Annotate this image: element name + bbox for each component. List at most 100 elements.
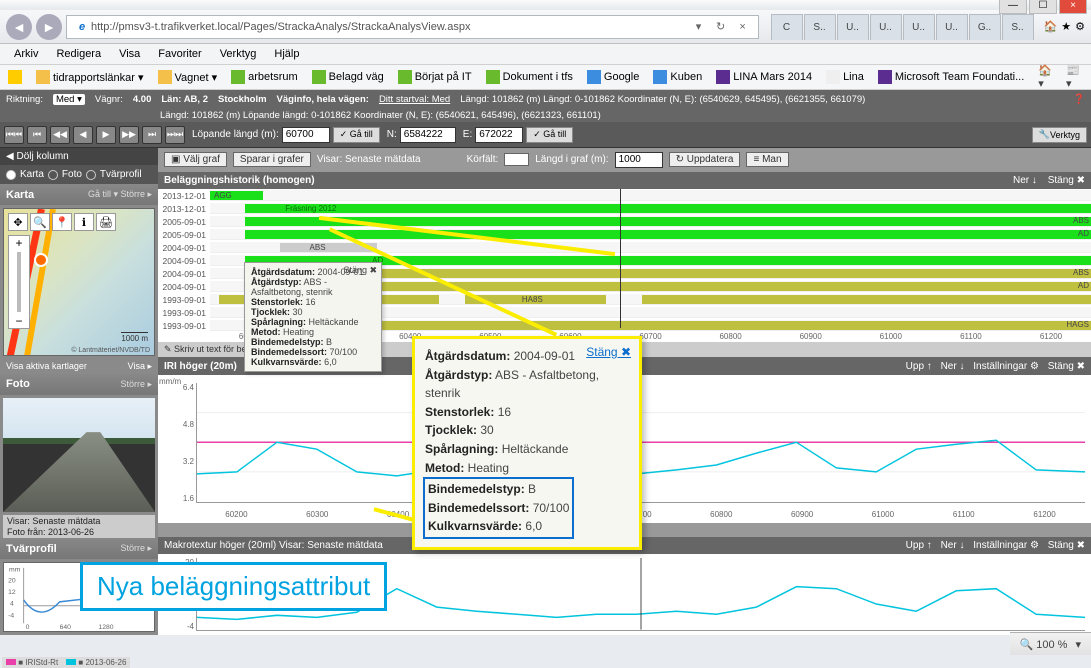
- spara-grafer[interactable]: Sparar i grafer: [233, 152, 311, 167]
- favorites-bar: tidrapportslänkar ▾ Vagnet ▾ arbetsrum B…: [0, 65, 1091, 90]
- svg-text:1280: 1280: [98, 624, 113, 631]
- radio-foto[interactable]: [48, 170, 58, 180]
- browser-tab[interactable]: S..: [804, 14, 836, 40]
- favbar-right: 🏠 ▾ 📰 ▾ ✉ ▾ 🖨 ▾ Sida ▾ Säkerhet ▾ Verkty…: [1034, 64, 1091, 90]
- valj-graf-button[interactable]: ▣ Välj graf: [164, 152, 227, 167]
- makro-settings[interactable]: Inställningar ⚙: [973, 540, 1039, 551]
- cmd-step-back-icon[interactable]: ◀: [73, 126, 93, 144]
- svg-text:-4: -4: [8, 612, 14, 619]
- cmd-first-icon[interactable]: ⏮⏮: [4, 126, 24, 144]
- langd-input[interactable]: [615, 152, 663, 168]
- iri-settings[interactable]: Inställningar ⚙: [973, 361, 1039, 372]
- visa-toggle[interactable]: Visa ▸: [128, 361, 152, 372]
- tools-icon[interactable]: ⚙: [1075, 20, 1085, 33]
- n-input[interactable]: [400, 127, 456, 143]
- fav-item[interactable]: Börjat på IT: [394, 69, 476, 85]
- map-zoom-control[interactable]: +−: [8, 235, 30, 329]
- url-dropdown-icon[interactable]: ▾: [690, 18, 708, 36]
- browser-tab[interactable]: U..: [936, 14, 968, 40]
- cmd-back-icon[interactable]: ◀◀: [50, 126, 70, 144]
- makro-close[interactable]: Stäng ✖: [1048, 540, 1085, 551]
- map-print-icon[interactable]: 🖨: [96, 213, 116, 231]
- map-marker-icon: [34, 253, 48, 267]
- forward-button[interactable]: ►: [36, 14, 62, 40]
- graph-toolbar: ▣ Välj graf Sparar i grafer Visar: Senas…: [158, 148, 1091, 172]
- cmd-fast-fwd-icon[interactable]: ⏭: [142, 126, 162, 144]
- browser-tab[interactable]: U..: [870, 14, 902, 40]
- fav-item[interactable]: Microsoft Team Foundati...: [874, 69, 1028, 85]
- refresh-icon[interactable]: ↻: [712, 18, 730, 36]
- fav-star-icon[interactable]: [4, 69, 26, 85]
- iri-ner[interactable]: Ner ↓: [941, 361, 965, 372]
- stop-icon[interactable]: ×: [734, 18, 752, 36]
- uppdatera-button[interactable]: ↻ Uppdatera: [669, 152, 741, 167]
- gotill-ne-button[interactable]: ✓ Gå till: [526, 127, 573, 143]
- fav-item[interactable]: Lina: [822, 69, 868, 85]
- browser-tab[interactable]: U..: [903, 14, 935, 40]
- menu-verktyg[interactable]: Verktyg: [212, 46, 265, 62]
- cmd-rewind-icon[interactable]: ⏮: [27, 126, 47, 144]
- cmd-last-icon[interactable]: ⏭⏭: [165, 126, 185, 144]
- window-title-bar: — ☐ ×: [0, 0, 1091, 10]
- fav-item[interactable]: Dokument i tfs: [482, 69, 577, 85]
- fav-item[interactable]: Vagnet ▾: [154, 69, 222, 85]
- map-locate-icon[interactable]: 📍: [52, 213, 72, 231]
- makro-upp[interactable]: Upp ↑: [906, 540, 932, 551]
- foto-panel[interactable]: [3, 398, 155, 512]
- url-field[interactable]: e http://pmsv3-t.trafikverket.local/Page…: [66, 15, 759, 39]
- view-mode-bar: Karta Foto Tvärprofil: [0, 165, 158, 184]
- browser-tab[interactable]: C: [771, 14, 803, 40]
- map-panel[interactable]: ✥ 🔍 📍 ℹ 🖨 +− 1000 m © Lantmäteriet/NVDB/…: [3, 208, 155, 356]
- zoom-level[interactable]: 🔍 100 %: [1020, 638, 1068, 651]
- back-button[interactable]: ◄: [6, 14, 32, 40]
- maximize-button[interactable]: ☐: [1029, 0, 1057, 14]
- fav-item[interactable]: Kuben: [649, 69, 706, 85]
- map-zoom-icon[interactable]: 🔍: [30, 213, 50, 231]
- cmd-step-fwd-icon[interactable]: ▶: [96, 126, 116, 144]
- menu-hjalp[interactable]: Hjälp: [266, 46, 307, 62]
- gotill-button[interactable]: ✓ Gå till: [333, 127, 380, 143]
- lopande-input[interactable]: [282, 127, 330, 143]
- man-button[interactable]: ≡ Man: [746, 152, 788, 167]
- menu-favoriter[interactable]: Favoriter: [150, 46, 209, 62]
- menu-arkiv[interactable]: Arkiv: [6, 46, 46, 62]
- iri-upp[interactable]: Upp ↑: [906, 361, 932, 372]
- fav-item[interactable]: LINA Mars 2014: [712, 69, 816, 85]
- e-input[interactable]: [475, 127, 523, 143]
- map-pan-icon[interactable]: ✥: [8, 213, 28, 231]
- svg-text:640: 640: [60, 624, 72, 631]
- map-info-icon[interactable]: ℹ: [74, 213, 94, 231]
- gantt-ner[interactable]: Ner ↓: [1013, 175, 1037, 186]
- menu-redigera[interactable]: Redigera: [48, 46, 109, 62]
- fav-item[interactable]: arbetsrum: [227, 69, 302, 85]
- browser-tab[interactable]: U..: [837, 14, 869, 40]
- makro-ner[interactable]: Ner ↓: [941, 540, 965, 551]
- feeds-menu[interactable]: 📰 ▾: [1062, 64, 1084, 90]
- iri-close[interactable]: Stäng ✖: [1048, 361, 1085, 372]
- gantt-stang[interactable]: Stäng ✖: [1048, 175, 1085, 186]
- close-button[interactable]: ×: [1059, 0, 1087, 14]
- fav-item[interactable]: tidrapportslänkar ▾: [32, 69, 148, 85]
- radio-tvarprofil[interactable]: [86, 170, 96, 180]
- riktning-select[interactable]: Med ▾: [53, 94, 85, 105]
- svg-text:mm: mm: [9, 567, 21, 574]
- page-info-strip2: Längd: 101862 (m) Löpande längd: 0-10186…: [0, 108, 1091, 122]
- verktyg-button[interactable]: 🔧 Verktyg: [1032, 127, 1087, 143]
- minimize-button[interactable]: —: [999, 0, 1027, 14]
- korfalt-select[interactable]: 10 ▾: [504, 153, 529, 166]
- zoom-dropdown-icon[interactable]: ▾: [1075, 638, 1081, 651]
- home-menu[interactable]: 🏠 ▾: [1034, 64, 1056, 90]
- hide-column-button[interactable]: ◀ Dölj kolumn: [0, 148, 158, 165]
- fav-item[interactable]: Belagd väg: [308, 69, 388, 85]
- tooltip-close[interactable]: Stäng ✖: [343, 265, 377, 276]
- home-icon[interactable]: 🏠: [1044, 20, 1058, 33]
- tvarprofil-head: TvärprofilStörre ▸: [0, 538, 158, 559]
- cmd-fwd-icon[interactable]: ▶▶: [119, 126, 139, 144]
- tooltip-big-close[interactable]: Stäng ✖: [586, 343, 631, 362]
- radio-karta[interactable]: [6, 170, 16, 180]
- menu-visa[interactable]: Visa: [111, 46, 148, 62]
- fav-item[interactable]: Google: [583, 69, 643, 85]
- browser-tab[interactable]: G..: [969, 14, 1001, 40]
- browser-tab[interactable]: S..: [1002, 14, 1034, 40]
- favorites-icon[interactable]: ★: [1061, 20, 1071, 33]
